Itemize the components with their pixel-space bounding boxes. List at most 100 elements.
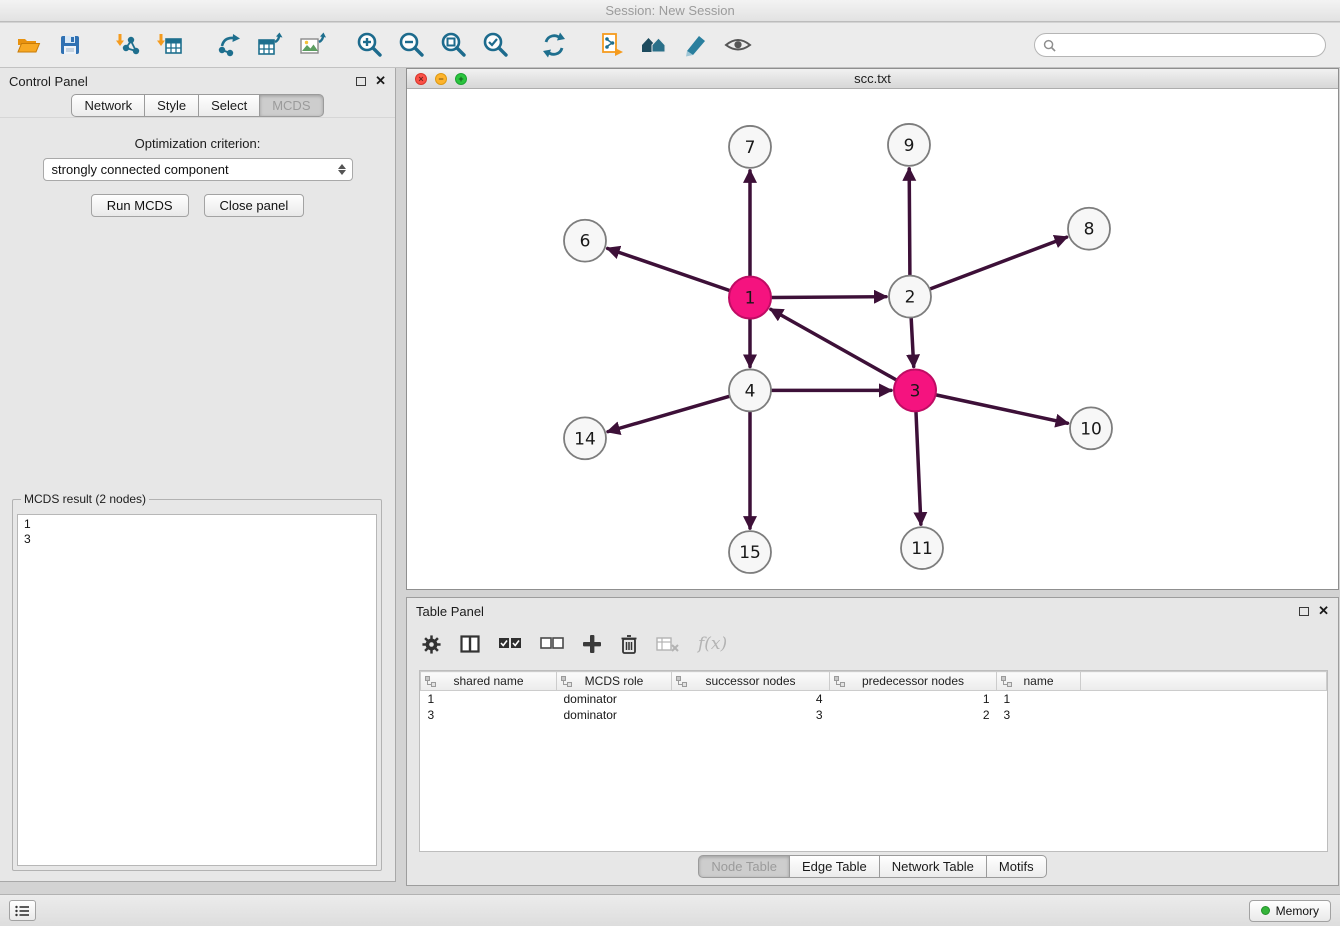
network-node-4[interactable]: 4 bbox=[729, 369, 771, 411]
function-builder-button[interactable]: f(x) bbox=[698, 632, 727, 656]
minimize-window-button[interactable]: − bbox=[435, 73, 447, 85]
tab-select[interactable]: Select bbox=[198, 94, 260, 117]
result-line: 1 bbox=[24, 517, 370, 532]
export-network-button[interactable] bbox=[210, 27, 246, 63]
network-edge-3-10[interactable] bbox=[937, 395, 1068, 423]
apply-layout-button[interactable] bbox=[536, 27, 572, 63]
tab-network[interactable]: Network bbox=[71, 94, 145, 117]
delete-column-button[interactable] bbox=[620, 632, 638, 656]
network-edge-2-9[interactable] bbox=[909, 169, 910, 275]
export-image-icon bbox=[298, 32, 326, 58]
create-column-button[interactable] bbox=[582, 632, 602, 656]
network-edge-2-8[interactable] bbox=[931, 237, 1067, 289]
open-session-button[interactable] bbox=[10, 27, 46, 63]
show-columns-button[interactable] bbox=[460, 632, 480, 656]
table-cell[interactable]: 3 bbox=[997, 707, 1081, 723]
import-table-button[interactable] bbox=[152, 27, 188, 63]
table-panel-tabs: Node TableEdge TableNetwork TableMotifs bbox=[407, 855, 1338, 878]
table-cell[interactable]: dominator bbox=[557, 707, 672, 723]
column-header-predecessor-nodes[interactable]: predecessor nodes bbox=[830, 672, 997, 691]
network-node-1[interactable]: 1 bbox=[729, 277, 771, 319]
network-edge-4-14[interactable] bbox=[608, 396, 729, 431]
window-titlebar: Session: New Session bbox=[0, 0, 1340, 22]
tab-network-table[interactable]: Network Table bbox=[879, 855, 987, 878]
network-edge-1-2[interactable] bbox=[772, 297, 886, 298]
run-mcds-button[interactable]: Run MCDS bbox=[91, 194, 189, 217]
tab-edge-table[interactable]: Edge Table bbox=[789, 855, 880, 878]
close-table-panel-icon[interactable]: ✕ bbox=[1318, 606, 1329, 616]
unselect-all-button[interactable] bbox=[540, 632, 564, 656]
save-session-button[interactable] bbox=[52, 27, 88, 63]
network-edge-1-6[interactable] bbox=[608, 248, 730, 290]
network-node-8[interactable]: 8 bbox=[1068, 208, 1110, 250]
dropdown-selected-value: strongly connected component bbox=[52, 162, 229, 177]
table-cell[interactable]: 1 bbox=[997, 691, 1081, 707]
export-table-icon bbox=[256, 32, 284, 58]
float-panel-icon[interactable] bbox=[356, 77, 366, 86]
table-delete-icon bbox=[656, 636, 680, 652]
status-menu-button[interactable] bbox=[9, 900, 36, 921]
select-all-button[interactable] bbox=[498, 632, 522, 656]
table-panel-title: Table Panel bbox=[416, 604, 484, 619]
network-edge-3-11[interactable] bbox=[916, 412, 921, 524]
svg-text:3: 3 bbox=[910, 381, 921, 401]
first-neighbors-button[interactable] bbox=[636, 27, 672, 63]
tab-mcds[interactable]: MCDS bbox=[259, 94, 323, 117]
search-input[interactable] bbox=[1061, 38, 1317, 53]
table-cell[interactable]: dominator bbox=[557, 691, 672, 707]
network-edge-3-1[interactable] bbox=[771, 309, 896, 379]
network-node-7[interactable]: 7 bbox=[729, 126, 771, 168]
tab-style[interactable]: Style bbox=[144, 94, 199, 117]
show-graphics-details-button[interactable] bbox=[720, 27, 756, 63]
network-canvas[interactable]: 7 9 6 8 1 2 4 3 14 10 15 11 bbox=[407, 90, 1338, 589]
mcds-result-group: MCDS result (2 nodes) 13 bbox=[12, 492, 382, 871]
delete-table-button[interactable] bbox=[656, 632, 680, 656]
export-table-button[interactable] bbox=[252, 27, 288, 63]
column-header-MCDS-role[interactable]: MCDS role bbox=[557, 672, 672, 691]
optimization-criterion-select[interactable]: strongly connected component bbox=[43, 158, 353, 181]
network-node-15[interactable]: 15 bbox=[729, 531, 771, 573]
zoom-selected-button[interactable] bbox=[478, 27, 514, 63]
maximize-window-button[interactable]: + bbox=[455, 73, 467, 85]
table-cell[interactable]: 3 bbox=[672, 707, 830, 723]
column-header-name[interactable]: name bbox=[997, 672, 1081, 691]
tab-node-table[interactable]: Node Table bbox=[698, 855, 790, 878]
table-settings-button[interactable] bbox=[421, 632, 442, 656]
zoom-fit-button[interactable] bbox=[436, 27, 472, 63]
network-node-6[interactable]: 6 bbox=[564, 220, 606, 262]
refresh-icon bbox=[540, 31, 568, 59]
paint-style-button[interactable] bbox=[678, 27, 714, 63]
network-node-3[interactable]: 3 bbox=[894, 369, 936, 411]
network-node-14[interactable]: 14 bbox=[564, 417, 606, 459]
svg-text:11: 11 bbox=[911, 539, 933, 559]
close-window-button[interactable]: × bbox=[415, 73, 427, 85]
column-header-successor-nodes[interactable]: successor nodes bbox=[672, 672, 830, 691]
search-field[interactable] bbox=[1034, 33, 1326, 57]
import-network-button[interactable] bbox=[110, 27, 146, 63]
status-bar: Memory bbox=[0, 894, 1340, 926]
tab-motifs[interactable]: Motifs bbox=[986, 855, 1047, 878]
close-panel-button[interactable]: Close panel bbox=[204, 194, 305, 217]
network-node-10[interactable]: 10 bbox=[1070, 407, 1112, 449]
table-cell[interactable]: 1 bbox=[421, 691, 557, 707]
memory-button[interactable]: Memory bbox=[1249, 900, 1331, 922]
column-header-shared-name[interactable]: shared name bbox=[421, 672, 557, 691]
export-image-button[interactable] bbox=[294, 27, 330, 63]
control-panel-header: Control Panel ✕ bbox=[0, 68, 395, 94]
table-cell[interactable]: 1 bbox=[830, 691, 997, 707]
table-cell[interactable]: 3 bbox=[421, 707, 557, 723]
table-row[interactable]: 3dominator323 bbox=[421, 707, 1327, 723]
import-network-url-button[interactable] bbox=[594, 27, 630, 63]
close-panel-icon[interactable]: ✕ bbox=[375, 76, 386, 86]
svg-text:15: 15 bbox=[739, 543, 761, 563]
network-node-11[interactable]: 11 bbox=[901, 527, 943, 569]
zoom-out-button[interactable] bbox=[394, 27, 430, 63]
network-node-2[interactable]: 2 bbox=[889, 276, 931, 318]
network-edge-2-3[interactable] bbox=[911, 319, 914, 367]
float-table-panel-icon[interactable] bbox=[1299, 607, 1309, 616]
table-row[interactable]: 1dominator411 bbox=[421, 691, 1327, 707]
zoom-in-button[interactable] bbox=[352, 27, 388, 63]
network-node-9[interactable]: 9 bbox=[888, 124, 930, 166]
table-cell[interactable]: 2 bbox=[830, 707, 997, 723]
table-cell[interactable]: 4 bbox=[672, 691, 830, 707]
